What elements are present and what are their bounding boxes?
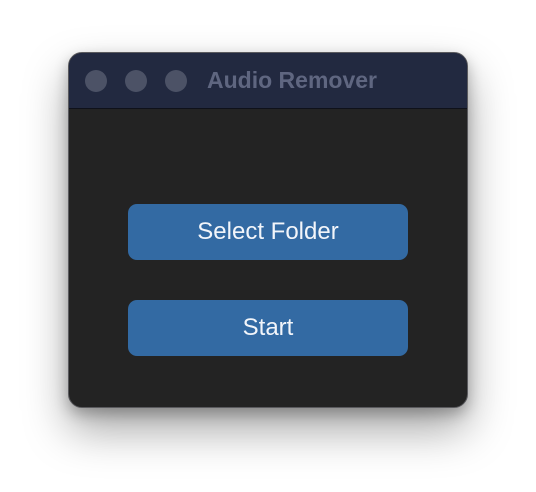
title-bar[interactable]: Audio Remover (69, 53, 467, 109)
minimize-window-button[interactable] (125, 70, 147, 92)
desktop-stage: Audio Remover Select Folder Start (0, 0, 536, 492)
app-window: Audio Remover Select Folder Start (68, 52, 468, 408)
zoom-window-button[interactable] (165, 70, 187, 92)
start-button[interactable]: Start (128, 300, 408, 356)
window-title: Audio Remover (207, 67, 377, 93)
select-folder-button[interactable]: Select Folder (128, 204, 408, 260)
close-window-button[interactable] (85, 70, 107, 92)
